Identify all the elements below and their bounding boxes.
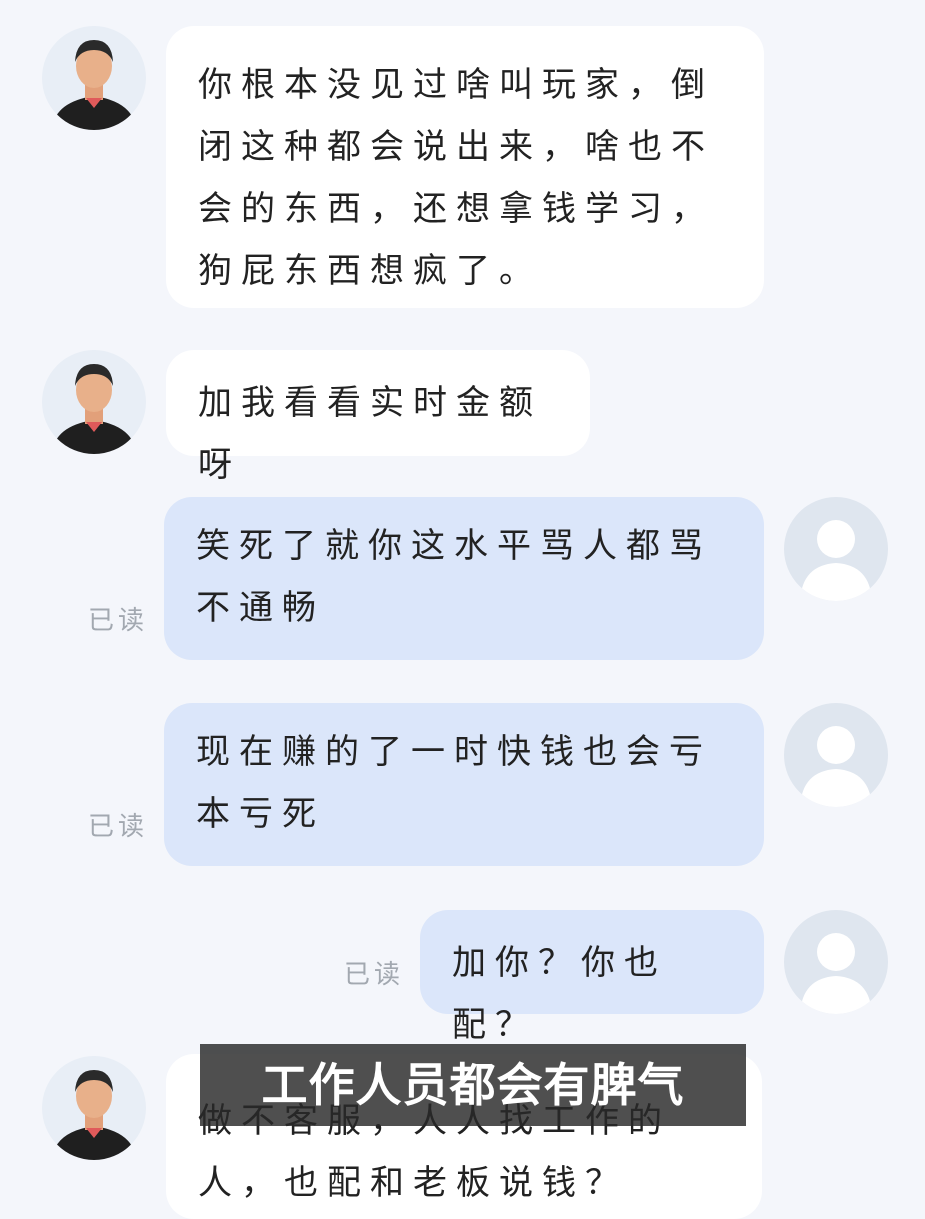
message-bubble-incoming[interactable]: 你根本没见过啥叫玩家，倒闭这种都会说出来，啥也不会的东西，还想拿钱学习，狗屁东西… [166, 26, 764, 308]
message-text: 现在赚的了一时快钱也会亏本亏死 [196, 732, 712, 834]
message-text: 笑死了就你这水平骂人都骂不通畅 [196, 526, 712, 628]
my-avatar[interactable] [784, 497, 888, 601]
read-status: 已读 [344, 960, 405, 990]
default-avatar-icon [800, 726, 872, 807]
message-bubble-outgoing[interactable]: 现在赚的了一时快钱也会亏本亏死 [164, 703, 764, 866]
my-avatar[interactable] [784, 703, 888, 807]
read-status: 已读 [88, 812, 149, 842]
my-avatar[interactable] [784, 910, 888, 1014]
message-text: 加我看看实时金额呀 [198, 383, 542, 485]
user-avatar[interactable] [42, 26, 146, 130]
read-status: 已读 [88, 606, 149, 636]
message-bubble-outgoing[interactable]: 笑死了就你这水平骂人都骂不通畅 [164, 497, 764, 660]
message-text: 加你？你也配？ [452, 943, 667, 1045]
man-avatar-icon [52, 364, 136, 454]
message-bubble-outgoing[interactable]: 加你？你也配？ [420, 910, 764, 1045]
default-avatar-icon [800, 933, 872, 1014]
man-avatar-icon [52, 1070, 136, 1160]
default-avatar-icon [800, 520, 872, 601]
user-avatar[interactable] [42, 350, 146, 454]
man-avatar-icon [52, 40, 136, 130]
video-caption: 工作人员都会有脾气 [200, 1044, 746, 1126]
message-text: 你根本没见过啥叫玩家，倒闭这种都会说出来，啥也不会的东西，还想拿钱学习，狗屁东西… [198, 65, 714, 291]
user-avatar[interactable] [42, 1056, 146, 1160]
message-bubble-incoming[interactable]: 加我看看实时金额呀 [166, 350, 590, 485]
